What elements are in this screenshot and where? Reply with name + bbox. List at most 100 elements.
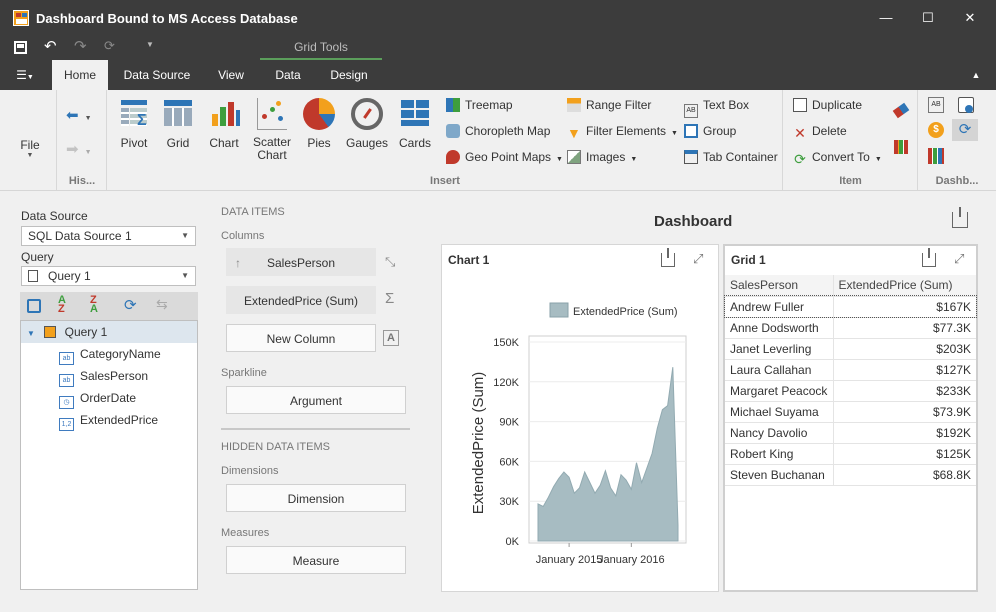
filter-elements-label: Filter Elements [586,124,667,138]
geo-point-maps-button[interactable]: Geo Point Maps ▼ [446,147,563,167]
quick-access-toolbar: ↶ ↷ ⟳ ▼ [0,36,996,60]
tree-root[interactable]: ▼ Query 1 [21,321,197,343]
tree-field[interactable]: ab CategoryName [21,343,197,365]
pies-button[interactable]: Pies [296,98,342,150]
text-type-icon[interactable]: A [383,330,399,346]
gauges-button[interactable]: Gauges [344,98,390,150]
tab-container-button[interactable]: Tab Container [684,147,778,167]
geo-point-maps-label: Geo Point Maps [465,150,552,164]
tab-design[interactable]: Design [322,60,376,90]
table-row[interactable]: Anne Dodsworth $77.3K [725,317,976,339]
tab-view[interactable]: View [208,60,254,90]
table-row[interactable]: Robert King $125K [725,443,976,465]
cell-salesperson: Robert King [725,443,834,465]
edit-query-icon[interactable] [27,299,41,313]
customize-qat-icon[interactable]: ▼ [146,40,154,49]
swap-icon[interactable]: ⇆ [156,296,168,313]
maximize-icon[interactable]: ⤢ [954,251,964,267]
treemap-button[interactable]: Treemap [446,95,513,115]
duplicate-button[interactable]: Duplicate [793,95,862,115]
text-box-icon: AB [684,104,698,118]
measure-button[interactable]: Measure [226,546,406,574]
table-row[interactable]: Michael Suyama $73.9K [725,401,976,423]
minimize-button[interactable]: — [866,6,906,30]
app-icon [13,10,29,26]
images-button[interactable]: Images ▼ [567,147,637,167]
table-row[interactable]: Janet Leverling $203K [725,338,976,360]
data-source-combo[interactable]: SQL Data Source 1 ▼ [21,226,196,246]
cards-button[interactable]: Cards [392,98,438,150]
title-icon[interactable]: AB [928,97,944,113]
treemap-label: Treemap [465,98,513,112]
table-row[interactable]: Nancy Davolio $192K [725,422,976,444]
new-column-button[interactable]: New Column [226,324,376,352]
chart-button[interactable]: Chart [201,98,247,150]
undo-icon[interactable]: ↶ [44,37,57,55]
pivot-button[interactable]: Σ Pivot [111,98,157,150]
maximize-icon[interactable]: ⤢ [693,251,703,267]
sort-ascending-icon[interactable]: AZ [58,295,66,315]
group-button[interactable]: Group [684,121,736,141]
tab-data[interactable]: Data [264,60,312,90]
color-scheme-icon[interactable] [928,148,944,164]
range-filter-button[interactable]: Range Filter [567,95,651,115]
text-box-button[interactable]: AB Text Box [684,95,749,118]
maximize-button[interactable]: ☐ [908,6,948,30]
tree-field[interactable]: ◷ OrderDate [21,387,197,409]
grid-button[interactable]: Grid [155,98,201,150]
column-options-icon[interactable]: ⤡ [385,254,395,270]
table-row[interactable]: Andrew Fuller $167K [724,295,977,318]
range-filter-icon [567,98,581,112]
refresh-icon[interactable]: ⟳ [104,38,115,54]
save-icon[interactable] [14,41,27,54]
filter-elements-button[interactable]: ▼ Filter Elements ▼ [567,121,678,141]
close-button[interactable]: ✕ [950,6,990,30]
query-node-icon [44,326,57,338]
grid-header-extendedprice[interactable]: ExtendedPrice (Sum) [833,275,976,297]
string-field-icon: ab [59,374,74,387]
column-salesperson[interactable]: ↑ SalesPerson [226,248,376,276]
cell-extendedprice: $125K [833,443,976,465]
export-icon[interactable] [952,207,968,228]
collapse-icon[interactable]: ▼ [27,329,35,338]
refresh-icon[interactable]: ⟳ [124,296,137,314]
y-tick-label: 60K [499,456,519,468]
argument-button[interactable]: Argument [226,386,406,414]
colors-icon[interactable] [894,140,908,154]
backstage-menu-icon[interactable]: ☰▼ [10,60,40,90]
dimension-button[interactable]: Dimension [226,484,406,512]
sum-icon[interactable]: Σ [385,290,394,307]
query-combo[interactable]: Query 1 ▼ [21,266,196,286]
file-button[interactable]: File ▼ [10,138,50,159]
grid-header-salesperson[interactable]: SalesPerson [725,275,834,297]
export-icon[interactable] [922,248,936,267]
table-row[interactable]: Margaret Peacock $233K [725,380,976,402]
dashboard-title: Dashboard [654,213,733,230]
tree-field[interactable]: ab SalesPerson [21,365,197,387]
tab-home[interactable]: Home [52,60,108,90]
scatter-chart-button[interactable]: Scatter Chart [249,98,295,162]
tree-field[interactable]: 1,2 ExtendedPrice [21,409,197,431]
choropleth-map-button[interactable]: Choropleth Map [446,121,550,141]
delete-button[interactable]: ✕ Delete [793,121,847,141]
redo-icon[interactable]: ↷ [74,37,87,55]
currency-icon[interactable]: $ [928,122,944,138]
redo-button[interactable]: ➡ ▼ [66,140,92,158]
tab-data-source[interactable]: Data Source [116,60,198,90]
convert-to-label: Convert To [812,150,870,164]
automatic-updates-icon[interactable]: ⟳ [952,119,978,141]
collapse-ribbon-icon[interactable]: ▲ [964,60,988,90]
column-extendedprice[interactable]: ExtendedPrice (Sum) [226,286,376,314]
parameters-icon[interactable] [958,97,974,113]
undo-button[interactable]: ⬅ ▼ [66,106,92,124]
table-row[interactable]: Laura Callahan $127K [725,359,976,381]
chart-legend: ExtendedPrice (Sum) [549,302,678,318]
export-icon[interactable] [661,248,675,267]
chart-label: Chart [209,136,239,150]
chevron-down-icon: ▼ [556,156,563,163]
convert-to-button[interactable]: ⟳ Convert To ▼ [793,147,882,167]
sort-descending-icon[interactable]: ZA [90,295,98,315]
cell-extendedprice: $68.8K [833,464,976,486]
cell-salesperson: Andrew Fuller [725,296,834,318]
table-row[interactable]: Steven Buchanan $68.8K [725,464,976,486]
